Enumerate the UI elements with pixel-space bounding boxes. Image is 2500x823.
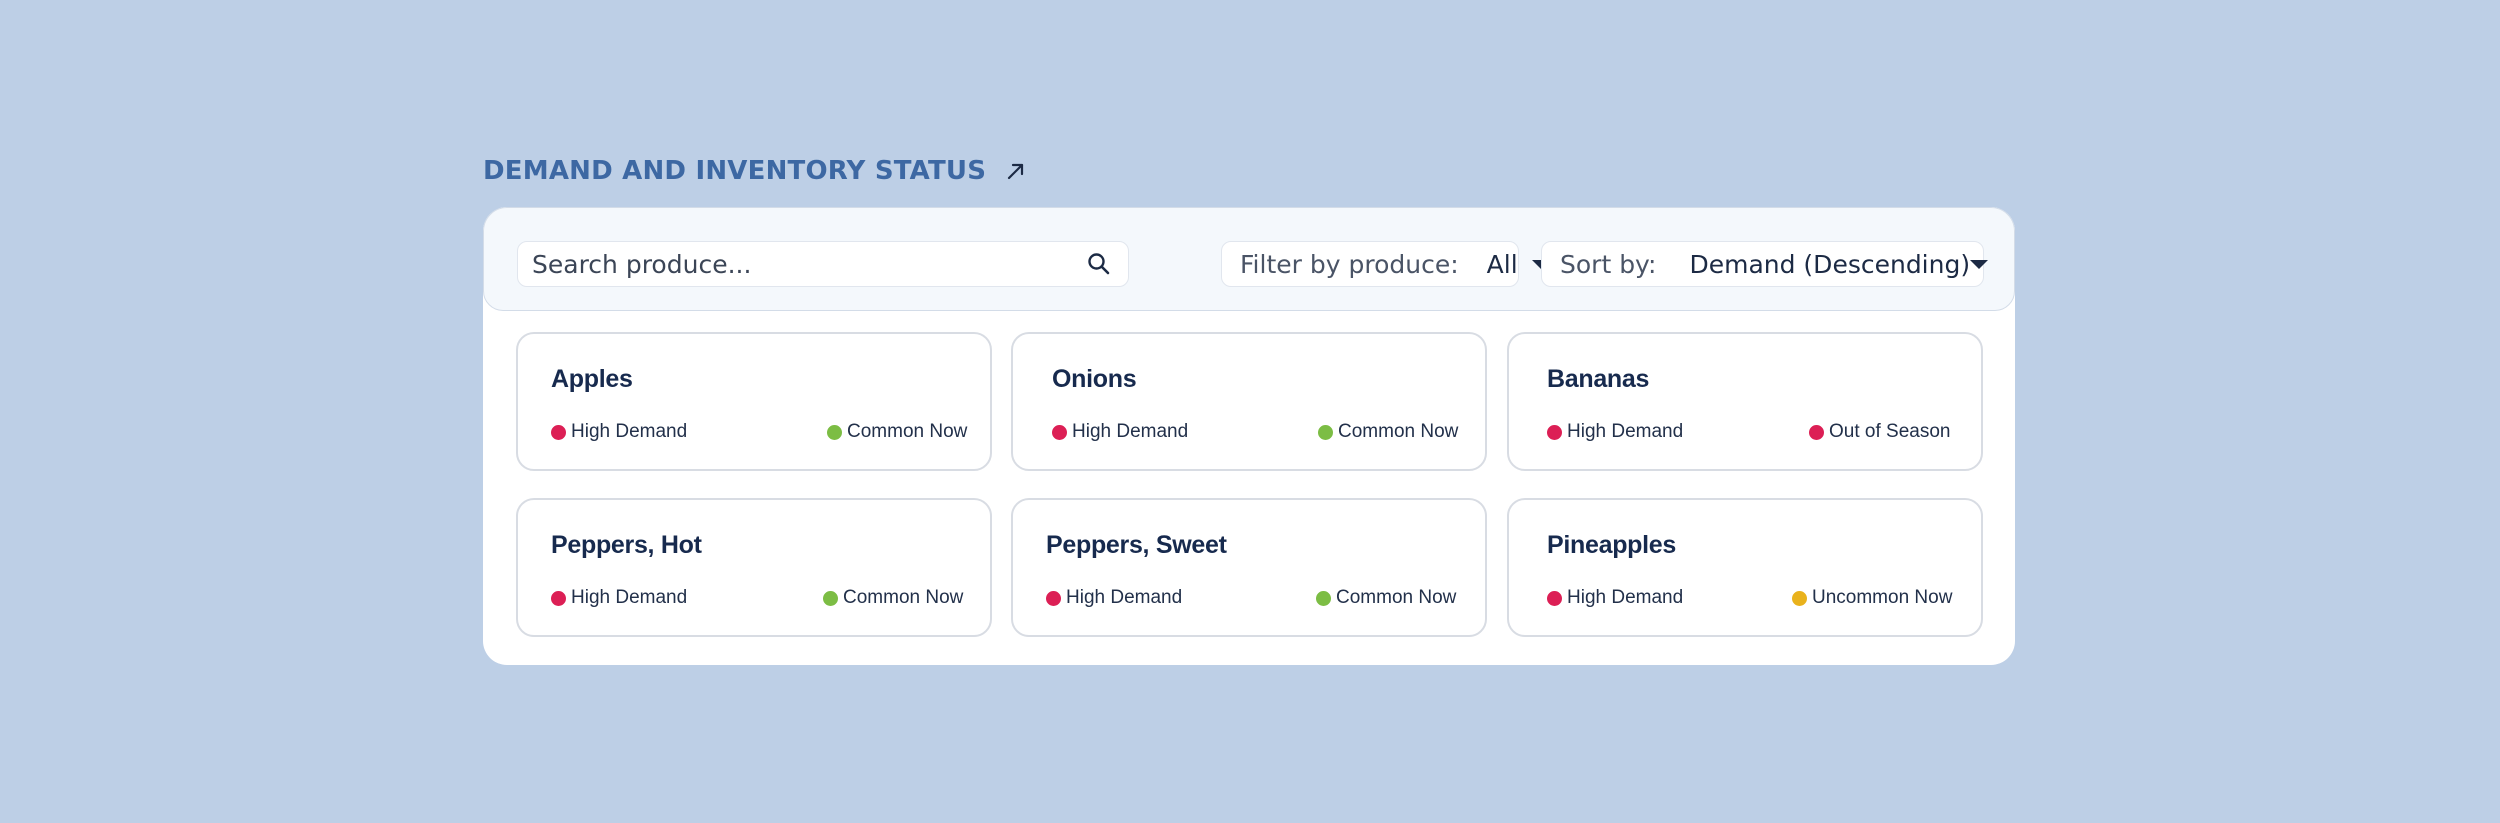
demand-status: High Demand xyxy=(551,587,687,609)
produce-card[interactable]: Peppers, Hot High Demand Common Now xyxy=(516,498,992,637)
availability-label: Common Now xyxy=(843,587,964,608)
availability-label: Uncommon Now xyxy=(1812,587,1953,608)
status-dot-icon xyxy=(551,590,566,606)
sort-dropdown[interactable]: Sort by: Demand (Descending) xyxy=(1541,241,1989,287)
sort-value[interactable]: Demand (Descending) xyxy=(1689,250,1970,279)
search-box[interactable] xyxy=(517,241,1129,287)
status-dot-icon xyxy=(823,590,838,606)
availability-status: Common Now xyxy=(1318,421,1458,443)
availability-status: Common Now xyxy=(1316,587,1456,609)
demand-label: High Demand xyxy=(1066,587,1183,608)
status-dot-icon xyxy=(1318,424,1333,440)
availability-label: Common Now xyxy=(1338,421,1459,442)
inventory-panel: Filter by produce: All Sort by: Demand (… xyxy=(483,207,2015,665)
section-header: DEMAND AND INVENTORY STATUS xyxy=(483,156,1030,186)
search-icon[interactable] xyxy=(1086,251,1112,277)
status-dot-icon xyxy=(1316,590,1331,606)
availability-label: Common Now xyxy=(847,421,968,442)
produce-card[interactable]: Apples High Demand Common Now xyxy=(516,332,992,471)
status-dot-icon xyxy=(551,424,566,440)
produce-name: Bananas xyxy=(1547,365,1650,393)
demand-label: High Demand xyxy=(571,587,688,608)
status-dot-icon xyxy=(827,424,842,440)
produce-name: Peppers, Sweet xyxy=(1046,531,1227,559)
status-dot-icon xyxy=(1809,424,1824,440)
status-dot-icon xyxy=(1547,424,1562,440)
availability-status: Common Now xyxy=(823,587,963,609)
demand-status: High Demand xyxy=(1547,421,1683,443)
sort-label: Sort by: xyxy=(1560,249,1657,279)
demand-label: High Demand xyxy=(1072,421,1189,442)
arrow-up-right-icon[interactable] xyxy=(1002,157,1030,185)
status-dot-icon xyxy=(1052,424,1067,440)
availability-status: Out of Season xyxy=(1809,421,1950,443)
caret-down-icon[interactable] xyxy=(1970,259,1989,269)
availability-label: Common Now xyxy=(1336,587,1457,608)
filter-value[interactable]: All xyxy=(1487,250,1518,279)
produce-name: Peppers, Hot xyxy=(551,531,702,559)
toolbar: Filter by produce: All Sort by: Demand (… xyxy=(483,207,2015,311)
produce-card[interactable]: Onions High Demand Common Now xyxy=(1011,332,1487,471)
status-dot-icon xyxy=(1046,590,1061,606)
demand-status: High Demand xyxy=(1046,587,1182,609)
produce-name: Onions xyxy=(1052,365,1137,393)
search-input[interactable] xyxy=(532,249,1086,279)
availability-status: Common Now xyxy=(827,421,967,443)
produce-name: Pineapples xyxy=(1547,531,1676,559)
produce-card[interactable]: Pineapples High Demand Uncommon Now xyxy=(1507,498,1983,637)
page-title: DEMAND AND INVENTORY STATUS xyxy=(483,156,987,186)
availability-label: Out of Season xyxy=(1829,421,1951,442)
availability-status: Uncommon Now xyxy=(1792,587,1952,609)
status-dot-icon xyxy=(1547,590,1562,606)
demand-status: High Demand xyxy=(551,421,687,443)
filter-dropdown[interactable]: Filter by produce: All xyxy=(1221,241,1550,287)
produce-card[interactable]: Peppers, Sweet High Demand Common Now xyxy=(1011,498,1487,637)
produce-name: Apples xyxy=(551,365,633,393)
status-dot-icon xyxy=(1792,590,1807,606)
demand-label: High Demand xyxy=(1567,587,1684,608)
demand-status: High Demand xyxy=(1052,421,1188,443)
demand-label: High Demand xyxy=(571,421,688,442)
produce-card[interactable]: Bananas High Demand Out of Season xyxy=(1507,332,1983,471)
filter-label: Filter by produce: xyxy=(1240,249,1459,279)
demand-label: High Demand xyxy=(1567,421,1684,442)
demand-status: High Demand xyxy=(1547,587,1683,609)
